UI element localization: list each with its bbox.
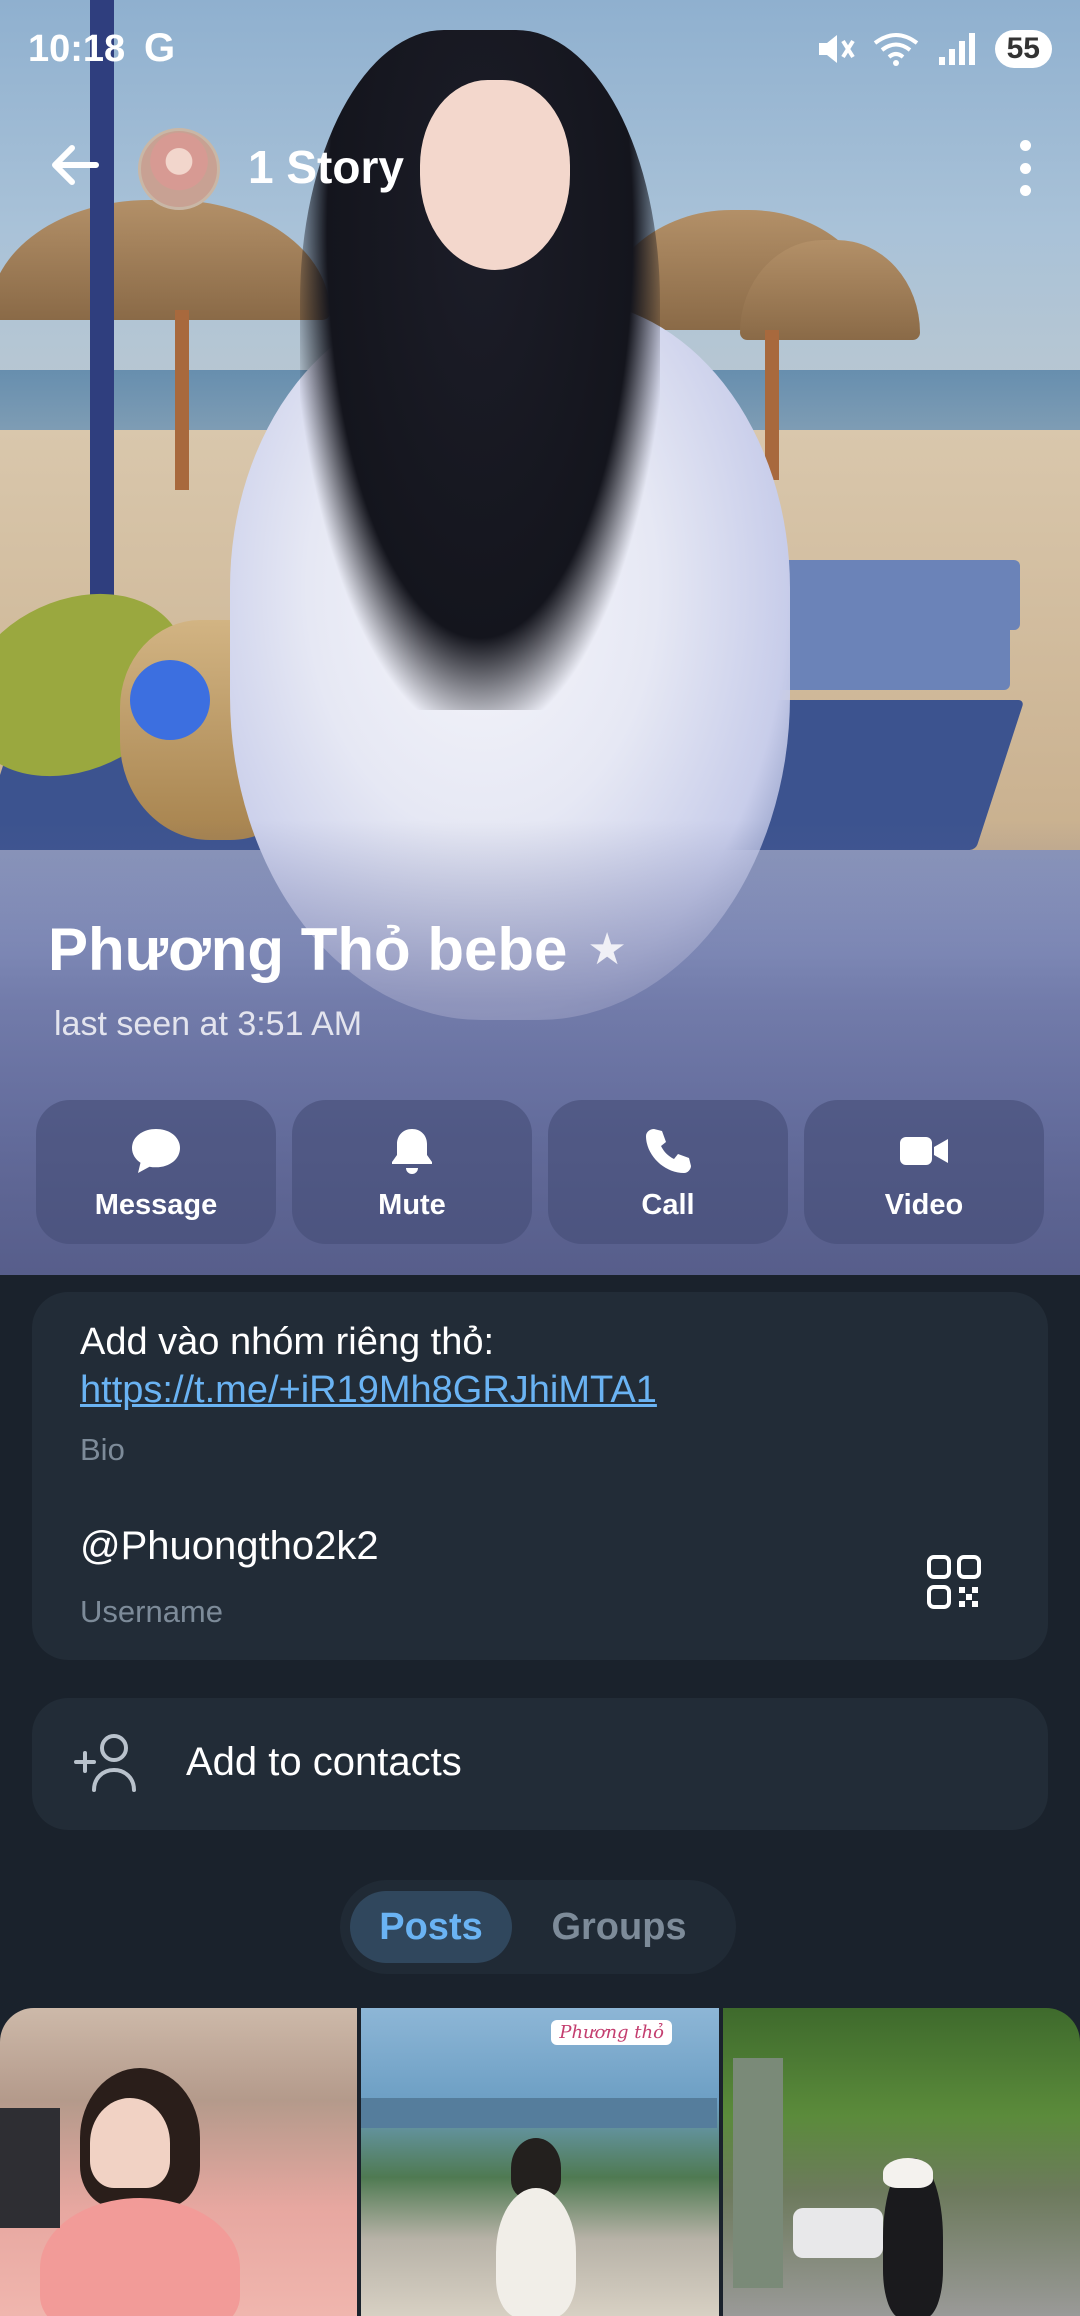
star-icon[interactable]: ★ — [587, 924, 626, 975]
profile-name-row: Phương Thỏ bebe ★ — [48, 915, 627, 984]
bio-text: Add vào nhóm riêng thỏ: — [80, 1321, 495, 1363]
post-building — [732, 2058, 783, 2288]
message-button[interactable]: Message — [36, 1100, 276, 1244]
dot-icon — [1019, 140, 1031, 151]
qr-code-button[interactable] — [926, 1554, 982, 1610]
last-seen-status: last seen at 3:51 AM — [54, 1005, 363, 1043]
posts-grid: Phương thỏ — [0, 2008, 1080, 2316]
mute-button-label: Mute — [378, 1188, 446, 1221]
post-tv — [0, 2108, 60, 2228]
post-figure-body — [40, 2198, 240, 2316]
status-time: 10:18 — [28, 28, 126, 70]
mute-button[interactable]: Mute — [292, 1100, 532, 1244]
cover-umbrella-pole — [175, 310, 189, 490]
arrow-left-icon — [52, 145, 99, 185]
tab-posts[interactable]: Posts — [350, 1891, 512, 1963]
call-button-label: Call — [641, 1188, 695, 1221]
qr-code-icon — [927, 1555, 981, 1609]
wifi-icon — [873, 33, 918, 66]
post-sea — [361, 2098, 718, 2128]
message-icon — [132, 1128, 180, 1173]
cover-umbrella — [0, 200, 330, 320]
story-count-label[interactable]: 1 Story — [248, 140, 404, 194]
post-thumbnail[interactable]: Phương thỏ — [361, 2008, 719, 2316]
bio-link[interactable]: https://t.me/+iR19Mh8GRJhiMTA1 — [80, 1366, 657, 1414]
cover-flower — [130, 660, 210, 740]
cover-umbrella-pole — [765, 330, 779, 480]
post-thumbnail[interactable] — [0, 2008, 358, 2316]
cover-person-face — [420, 80, 570, 270]
profile-cover-photo[interactable]: 10:18 G 55 1 Story Phương Thỏ bebe ★ las… — [0, 0, 1080, 1275]
g-icon: G — [144, 26, 176, 70]
phone-icon — [646, 1128, 691, 1173]
username[interactable]: @Phuongtho2k2 — [80, 1524, 379, 1569]
add-to-contacts-label: Add to contacts — [186, 1740, 462, 1784]
bell-icon — [392, 1128, 432, 1174]
post-watermark: Phương thỏ — [551, 2020, 672, 2045]
post-thumbnail[interactable] — [722, 2008, 1080, 2316]
signal-icon — [938, 33, 975, 65]
post-figure-body — [496, 2188, 577, 2316]
battery-indicator: 55 — [994, 30, 1052, 68]
more-options-button[interactable] — [1010, 140, 1040, 196]
status-icons: 55 — [815, 30, 1052, 68]
add-person-icon — [74, 1734, 136, 1792]
dot-icon — [1019, 185, 1031, 196]
post-figure-face — [90, 2098, 170, 2188]
dot-icon — [1019, 162, 1031, 174]
username-caption: Username — [80, 1594, 223, 1629]
media-tabs: Posts Groups — [340, 1880, 736, 1974]
video-icon — [900, 1136, 948, 1165]
post-car — [792, 2208, 883, 2258]
video-button[interactable]: Video — [804, 1100, 1044, 1244]
add-to-contacts-button[interactable]: Add to contacts — [32, 1698, 1048, 1830]
status-bar: 10:18 G 55 — [0, 0, 1080, 100]
tab-groups[interactable]: Groups — [512, 1891, 726, 1963]
call-button[interactable]: Call — [548, 1100, 788, 1244]
video-button-label: Video — [884, 1188, 964, 1221]
message-button-label: Message — [94, 1188, 218, 1221]
profile-name: Phương Thỏ bebe — [48, 916, 568, 983]
profile-info-card: Add vào nhóm riêng thỏ: https://t.me/+iR… — [32, 1292, 1048, 1660]
bio: Add vào nhóm riêng thỏ: https://t.me/+iR… — [80, 1318, 657, 1414]
back-button[interactable] — [40, 130, 110, 200]
post-figure-bow — [882, 2158, 933, 2188]
bio-caption: Bio — [80, 1432, 125, 1467]
mute-icon — [818, 35, 855, 63]
story-avatar[interactable] — [138, 128, 220, 210]
action-buttons: Message Mute Call Video — [36, 1100, 1044, 1244]
